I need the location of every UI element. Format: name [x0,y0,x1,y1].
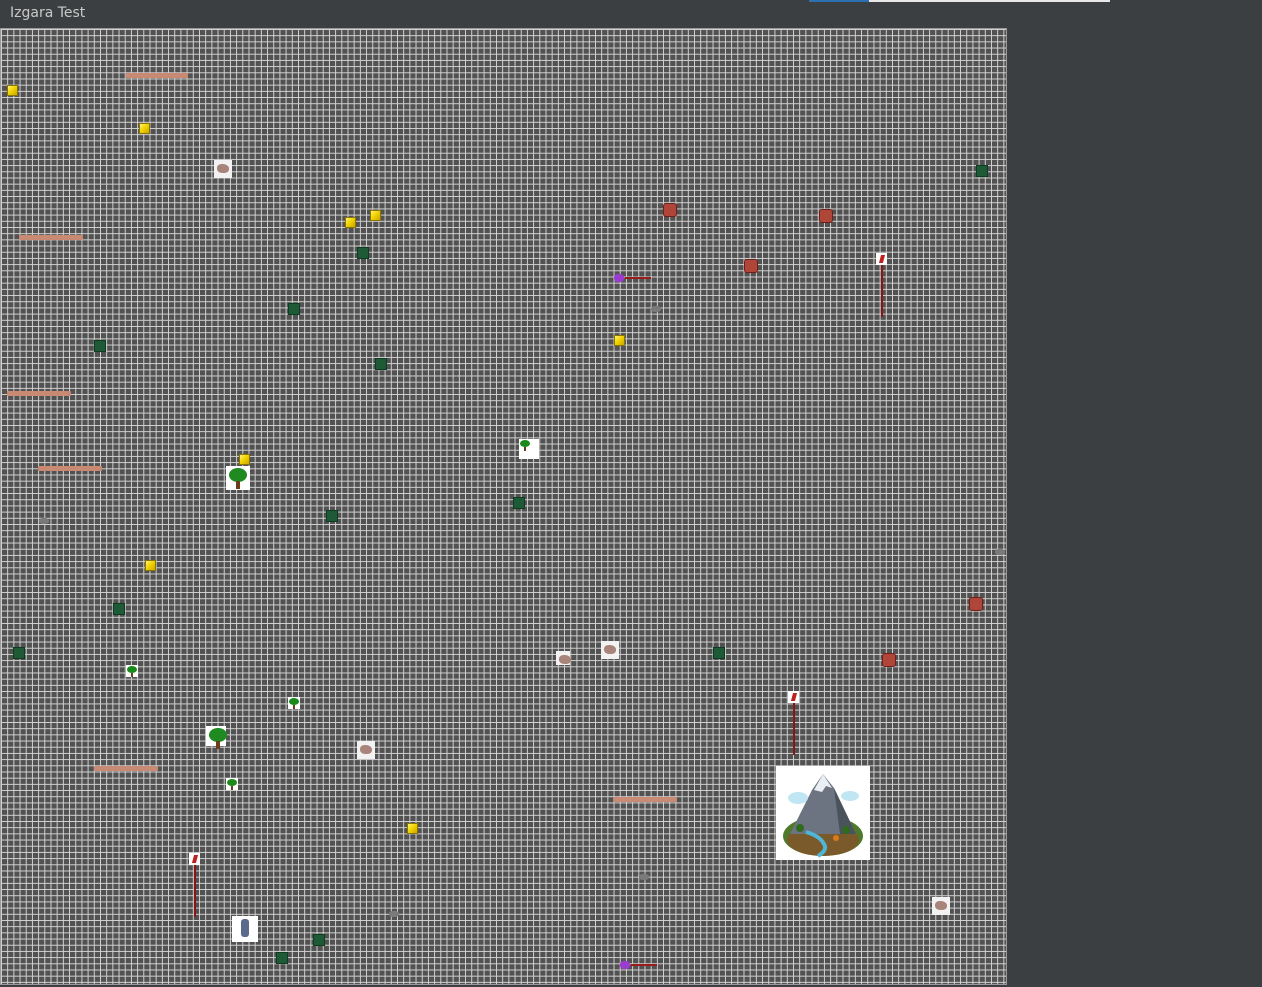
purple-creature-icon[interactable] [619,960,631,970]
rock-icon[interactable] [556,651,571,665]
purple-creature-icon[interactable] [613,273,625,283]
gold-block-icon[interactable] [345,217,356,228]
dark-bush-icon[interactable] [713,647,725,659]
dark-bush-icon[interactable] [976,165,988,177]
dark-bush-icon[interactable] [513,497,525,509]
knight-icon[interactable] [232,916,258,942]
flag-icon[interactable] [876,253,887,265]
dark-bush-icon[interactable] [113,603,125,615]
wolf-icon[interactable] [38,516,50,526]
flag-icon[interactable] [788,691,799,703]
gold-block-icon[interactable] [7,85,18,96]
wall-segment[interactable] [126,73,188,78]
red-rock-icon[interactable] [882,653,896,667]
rock-icon[interactable] [357,741,375,759]
tree-icon[interactable] [206,726,227,749]
wall-segment[interactable] [613,797,677,802]
gold-block-icon[interactable] [139,123,150,134]
window-title: Izgara Test [10,5,86,21]
gold-block-icon[interactable] [407,823,418,834]
red-rock-icon[interactable] [969,597,983,611]
flag-pole [194,865,196,917]
top-strip-input [869,0,1110,2]
dark-bush-icon[interactable] [94,340,106,352]
flag-icon[interactable] [189,853,200,865]
wolf-icon[interactable] [638,872,650,882]
mountain-island-icon[interactable] [776,766,870,860]
wall-segment[interactable] [38,466,102,471]
wall-segment[interactable] [7,391,71,396]
game-grid[interactable] [0,28,1007,985]
tree-icon[interactable] [519,439,539,459]
creature-trail [631,964,657,966]
dark-bush-icon[interactable] [357,247,369,259]
gold-block-icon[interactable] [239,454,250,465]
mountain-island-graphic [783,774,863,858]
creature-trail [625,277,651,279]
red-rock-icon[interactable] [663,203,677,217]
dark-bush-icon[interactable] [313,934,325,946]
tree-icon[interactable] [288,697,300,709]
tree-icon[interactable] [126,665,138,677]
top-strip-accent [809,0,869,2]
rock-icon[interactable] [214,160,232,178]
gold-block-icon[interactable] [145,560,156,571]
wolf-icon[interactable] [650,304,662,314]
wall-segment[interactable] [94,766,158,771]
flag-pole [793,703,795,755]
red-rock-icon[interactable] [819,209,833,223]
gold-block-icon[interactable] [370,210,381,221]
dark-bush-icon[interactable] [326,510,338,522]
flag-pole [881,265,883,317]
tree-icon[interactable] [226,466,250,490]
gold-block-icon[interactable] [614,335,625,346]
rock-icon[interactable] [601,641,619,659]
title-bar: Izgara Test [0,0,1262,28]
red-rock-icon[interactable] [744,259,758,273]
dark-bush-icon[interactable] [375,358,387,370]
wall-segment[interactable] [19,235,83,240]
dark-bush-icon[interactable] [276,952,288,964]
dark-bush-icon[interactable] [13,647,25,659]
wolf-icon[interactable] [388,909,400,919]
rock-icon[interactable] [932,897,950,915]
dark-bush-icon[interactable] [288,303,300,315]
tree-icon[interactable] [226,778,238,790]
wolf-icon[interactable] [994,547,1006,557]
